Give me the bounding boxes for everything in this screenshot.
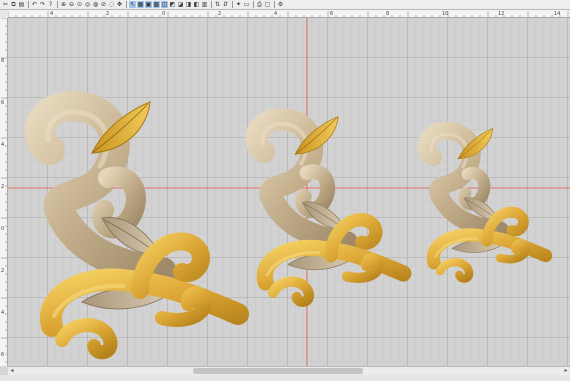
horizontal-ruler[interactable]: 4 2 0 2 4 6 8 10 12 14 <box>8 10 570 18</box>
toolbar-separator <box>232 1 233 8</box>
cut-icon[interactable]: ✂ <box>2 1 9 8</box>
zoom-all-icon[interactable]: ◌ <box>108 1 115 8</box>
status-bar <box>0 375 570 381</box>
toolbar-separator <box>126 1 127 8</box>
ruler-corner <box>0 10 8 18</box>
scroll-right-icon[interactable]: ▸ <box>562 367 570 375</box>
ruler-label: 2 <box>106 11 109 17</box>
ruler-label: 2 <box>218 11 221 17</box>
zoom-prev-icon[interactable]: ⊘ <box>100 1 107 8</box>
stitches-icon[interactable]: ▩ <box>153 1 160 8</box>
ruler-label: 6 <box>1 352 4 358</box>
trim-icon[interactable]: ▥ <box>201 1 208 8</box>
ruler-label: 14 <box>554 11 560 17</box>
vertical-ruler[interactable]: 8 6 4 2 0 2 4 6 <box>0 18 8 366</box>
redo-icon[interactable]: ↷ <box>39 1 46 8</box>
satin-icon[interactable]: ◪ <box>177 1 184 8</box>
toolbar-separator <box>211 1 212 8</box>
pan-icon[interactable]: ✥ <box>116 1 123 8</box>
zoom-out-icon[interactable]: ⊖ <box>68 1 75 8</box>
toolbar: ✂ ⧉ ▤ ↶ ↷? ⊕ ⊖ ⊙ ◎ ◍ ⊘ ◌ ✥ ↖ ▦ ▣ ▩ ◫ ◩ ◪ ◨ ◧ ▥ ⇅ ⇵ ✦ ▭ ⎙ ▢ ⚙ <box>0 0 570 10</box>
ruler-label: 4 <box>1 142 4 148</box>
ruler-label: 10 <box>442 11 448 17</box>
toolbar-separator <box>274 1 275 8</box>
design-canvas[interactable] <box>8 18 570 366</box>
scroll-left-icon[interactable]: ◂ <box>8 367 16 375</box>
settings-icon[interactable]: ⚙ <box>277 1 284 8</box>
toolbar-separator <box>253 1 254 8</box>
fill-icon[interactable]: ◩ <box>169 1 176 8</box>
ruler-label: 2 <box>1 184 4 190</box>
measure-icon[interactable]: ▭ <box>243 1 250 8</box>
grid-icon[interactable]: ▦ <box>137 1 144 8</box>
stop-sequence-icon[interactable]: ⇅ <box>214 1 221 8</box>
color-sort-icon[interactable]: ⇵ <box>222 1 229 8</box>
hoop-icon[interactable]: ▣ <box>145 1 152 8</box>
zoom-box-icon[interactable]: ◎ <box>84 1 91 8</box>
undo-icon[interactable]: ↶ <box>31 1 38 8</box>
paste-icon[interactable]: ▤ <box>18 1 25 8</box>
toolbar-separator <box>28 1 29 8</box>
ruler-label: 12 <box>498 11 504 17</box>
zoom-1to1-icon[interactable]: ◍ <box>92 1 99 8</box>
scrollbar-thumb[interactable] <box>193 368 363 374</box>
horizontal-scrollbar[interactable]: ◂ ▸ <box>8 366 570 375</box>
outline-icon[interactable]: ◫ <box>161 1 168 8</box>
copy-icon[interactable]: ⧉ <box>10 1 17 8</box>
ruler-label: 0 <box>162 11 165 17</box>
help-icon[interactable]: ? <box>47 1 54 8</box>
select-icon[interactable]: ↖ <box>129 1 136 8</box>
ruler-label: 4 <box>1 310 4 316</box>
toolbar-separator <box>57 1 58 8</box>
ruler-label: 8 <box>386 11 389 17</box>
jump-icon[interactable]: ◧ <box>193 1 200 8</box>
zoom-fit-icon[interactable]: ⊙ <box>76 1 83 8</box>
zoom-in-icon[interactable]: ⊕ <box>60 1 67 8</box>
print-icon[interactable]: ⎙ <box>256 1 263 8</box>
ruler-label: 8 <box>1 58 4 64</box>
ruler-label: 4 <box>274 11 277 17</box>
ruler-label: 2 <box>1 268 4 274</box>
ruler-label: 4 <box>50 11 53 17</box>
run-icon[interactable]: ◨ <box>185 1 192 8</box>
ruler-label: 6 <box>1 100 4 106</box>
magic-wand-icon[interactable]: ✦ <box>235 1 242 8</box>
print-preview-icon[interactable]: ▢ <box>264 1 271 8</box>
ruler-label: 6 <box>330 11 333 17</box>
ruler-label: 0 <box>1 226 4 232</box>
